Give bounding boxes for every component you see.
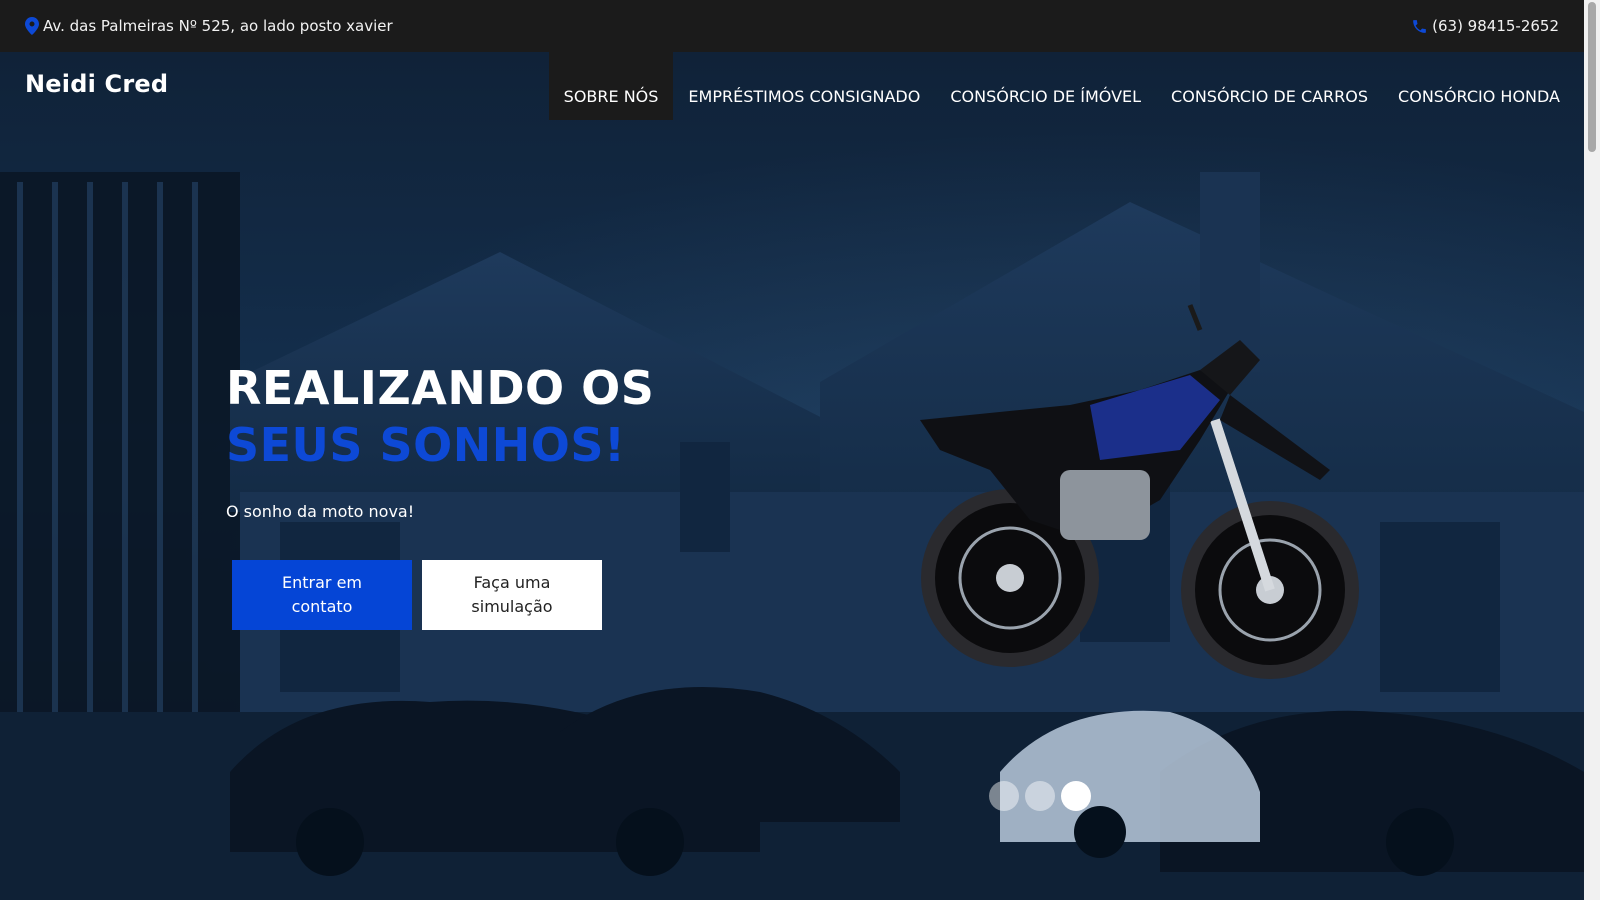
- address-text: Av. das Palmeiras Nº 525, ao lado posto …: [43, 17, 393, 35]
- address-info: Av. das Palmeiras Nº 525, ao lado posto …: [25, 17, 393, 35]
- nav-item-sobre-nos[interactable]: SOBRE NÓS: [548, 52, 674, 120]
- brand-logo[interactable]: Neidi Cred: [25, 70, 168, 98]
- slider-dots: [989, 781, 1091, 811]
- main-nav: SOBRE NÓS EMPRÉSTIMOS CONSIGNADO CONSÓRC…: [548, 52, 1575, 120]
- hero-section: [0, 52, 1584, 900]
- nav-item-consorcio-imovel[interactable]: CONSÓRCIO DE ÍMÓVEL: [935, 52, 1156, 120]
- nav-item-consorcio-honda[interactable]: CONSÓRCIO HONDA: [1383, 52, 1575, 120]
- slider-dot-2[interactable]: [1025, 781, 1055, 811]
- headline-text: REALIZANDO OS: [226, 361, 655, 415]
- scrollbar-thumb[interactable]: [1588, 2, 1596, 152]
- hero-headline: REALIZANDO OS SEUS SONHOS!: [226, 360, 786, 474]
- top-bar: Av. das Palmeiras Nº 525, ao lado posto …: [0, 0, 1584, 52]
- phone-text: (63) 98415-2652: [1432, 17, 1559, 35]
- phone-info[interactable]: (63) 98415-2652: [1411, 17, 1559, 35]
- nav-item-emprestimos-consignado[interactable]: EMPRÉSTIMOS CONSIGNADO: [673, 52, 935, 120]
- slider-dot-1[interactable]: [989, 781, 1019, 811]
- headline-accent-text: SEUS SONHOS!: [226, 418, 626, 472]
- contact-button[interactable]: Entrar em contato: [232, 560, 412, 630]
- nav-item-consorcio-carros[interactable]: CONSÓRCIO DE CARROS: [1156, 52, 1383, 120]
- phone-icon: [1411, 18, 1428, 35]
- simulation-button[interactable]: Faça uma simulação: [422, 560, 602, 630]
- slider-dot-3-active[interactable]: [1061, 781, 1091, 811]
- motorcycle-image: [920, 304, 1359, 679]
- map-pin-icon: [25, 17, 39, 35]
- hero-subtitle: O sonho da moto nova!: [226, 502, 415, 521]
- page-scrollbar[interactable]: [1584, 0, 1600, 900]
